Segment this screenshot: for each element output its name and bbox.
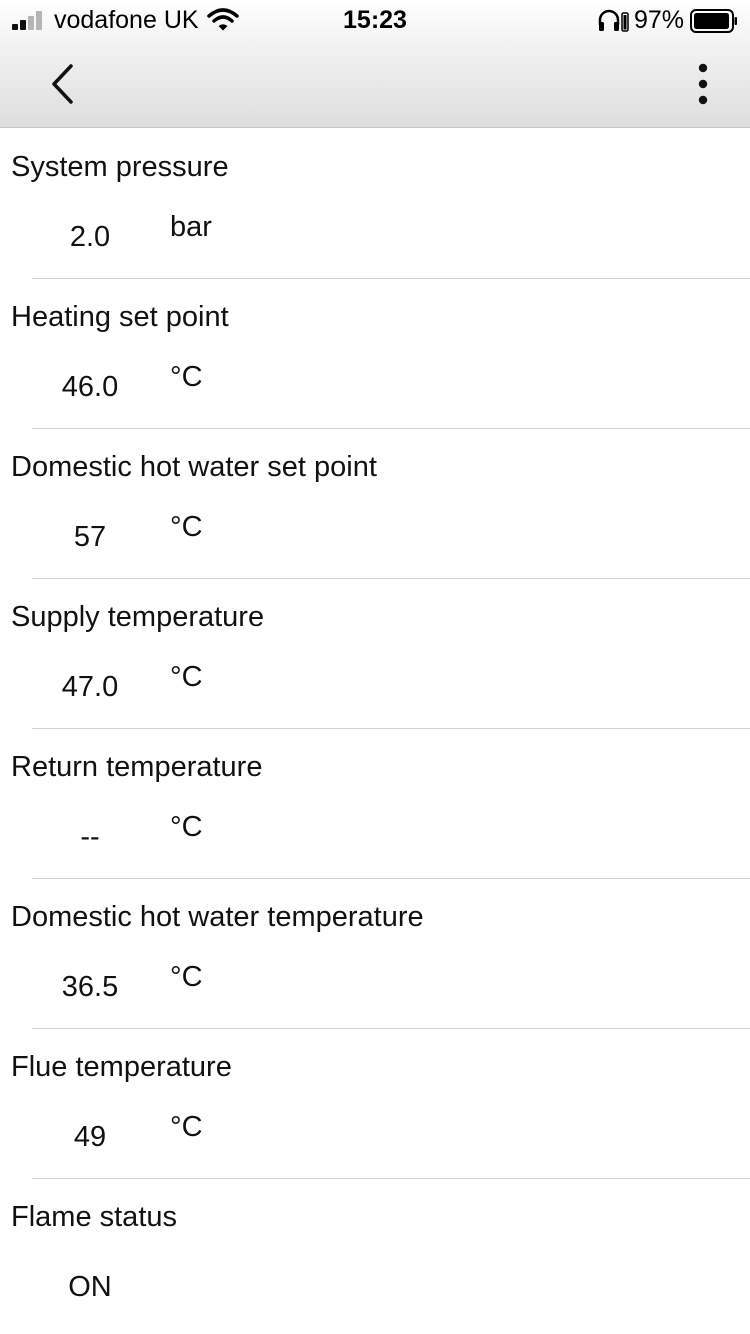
- battery-percent: 97%: [634, 6, 685, 34]
- info-row-return-temperature: Return temperature -- °C: [0, 729, 750, 879]
- info-row-flame-status: Flame status ON: [0, 1179, 750, 1329]
- row-unit: °C: [170, 361, 203, 393]
- info-row-system-pressure: System pressure 2.0 bar: [0, 129, 750, 279]
- info-row-dhw-temperature: Domestic hot water temperature 36.5 °C: [0, 879, 750, 1029]
- info-row-dhw-set-point: Domestic hot water set point 57 °C: [0, 429, 750, 579]
- row-label: Flue temperature: [11, 1051, 232, 1083]
- row-label: Heating set point: [11, 301, 229, 333]
- info-row-flue-temperature: Flue temperature 49 °C: [0, 1029, 750, 1179]
- back-button[interactable]: [38, 58, 86, 110]
- row-value: 36.5: [61, 971, 119, 1003]
- row-label: Flame status: [11, 1201, 177, 1233]
- row-label: Domestic hot water set point: [11, 451, 377, 483]
- row-label: System pressure: [11, 151, 229, 183]
- row-value: --: [80, 821, 100, 853]
- battery-icon: [690, 9, 737, 33]
- row-unit: bar: [170, 211, 212, 243]
- row-label: Supply temperature: [11, 601, 265, 633]
- row-unit: °C: [170, 661, 203, 693]
- row-value: 2.0: [69, 221, 111, 253]
- status-bar: vodafone UK 15:23 97%: [0, 0, 750, 40]
- info-row-heating-set-point: Heating set point 46.0 °C: [0, 279, 750, 429]
- boiler-info-list: System pressure 2.0 bar Heating set poin…: [0, 129, 750, 1329]
- more-options-button[interactable]: [680, 58, 726, 110]
- row-unit: °C: [170, 961, 203, 993]
- row-label: Return temperature: [11, 751, 263, 783]
- row-unit: °C: [170, 511, 203, 543]
- more-vertical-icon: [698, 63, 708, 105]
- row-value: 46.0: [61, 371, 119, 403]
- app-header: vodafone UK 15:23 97%: [0, 0, 750, 128]
- row-value: ON: [68, 1271, 112, 1303]
- row-value: 47.0: [61, 671, 119, 703]
- row-unit: °C: [170, 1111, 203, 1143]
- row-value: 49: [73, 1121, 107, 1153]
- headphones-battery-icon: [598, 9, 629, 32]
- row-label: Domestic hot water temperature: [11, 901, 424, 933]
- info-row-supply-temperature: Supply temperature 47.0 °C: [0, 579, 750, 729]
- row-unit: °C: [170, 811, 203, 843]
- chevron-left-icon: [52, 64, 73, 104]
- row-value: 57: [73, 521, 107, 553]
- navigation-bar: [0, 40, 750, 128]
